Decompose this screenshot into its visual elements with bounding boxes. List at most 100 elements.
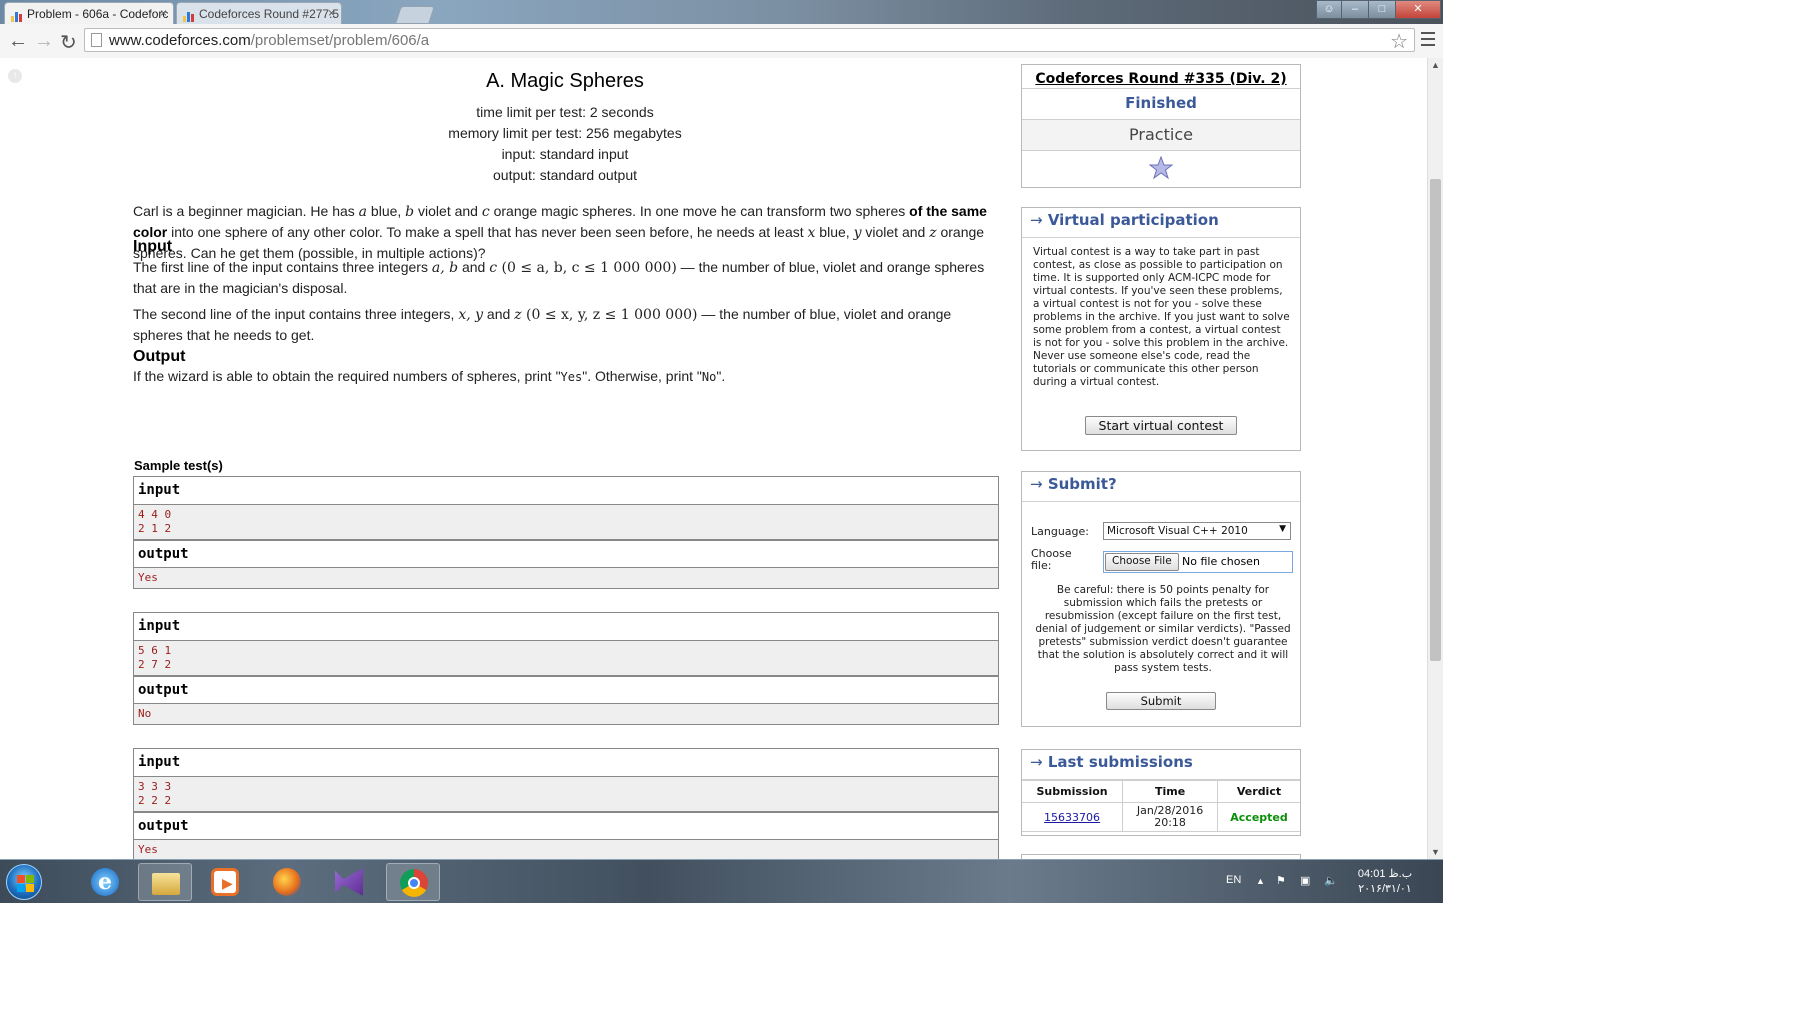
new-tab-button[interactable] xyxy=(395,6,435,24)
submit-box: → Submit? Language: Microsoft Visual C++… xyxy=(1021,471,1301,727)
problem-title: A. Magic Spheres xyxy=(486,70,644,92)
contest-name-row: Codeforces Round #335 (Div. 2) xyxy=(1022,65,1300,89)
show-hidden-icons[interactable]: ▲ xyxy=(1256,876,1265,886)
user-icon[interactable]: ☺ xyxy=(1316,0,1342,19)
column-header: Time xyxy=(1122,780,1219,803)
maximize-button[interactable]: □ xyxy=(1368,0,1396,19)
dropdown-arrow-icon: ▼ xyxy=(1279,524,1286,534)
time-limit: time limit per test: 2 seconds xyxy=(476,104,654,120)
screen: Problem - 606a - Codeforc × Codeforces R… xyxy=(0,0,1443,903)
last-submissions-table: Submission Time Verdict 15633706 Jan/28/… xyxy=(1022,780,1300,832)
back-arrow-icon[interactable]: ← xyxy=(8,30,28,53)
sample-input-label: input xyxy=(134,749,998,777)
window-controls: ☺ – □ ✕ xyxy=(1316,0,1441,19)
network-icon[interactable]: ▣ xyxy=(1300,874,1310,887)
virtual-participation-text: Virtual contest is a way to take part in… xyxy=(1033,246,1290,388)
file-input[interactable]: Choose File No file chosen xyxy=(1103,551,1293,573)
problem-legend: Carl is a beginner magician. He has a bl… xyxy=(133,203,987,261)
input-language[interactable]: EN xyxy=(1226,874,1241,886)
sample-output[interactable]: No xyxy=(134,704,998,724)
time-cell: Jan/28/2016 20:18 xyxy=(1122,802,1219,832)
system-clock[interactable]: 04:01 ب.ظ ٢٠١۶/٣١/٠١ xyxy=(1355,867,1415,897)
minimize-button[interactable]: – xyxy=(1341,0,1369,19)
column-header: Verdict xyxy=(1217,780,1300,803)
choose-file-button[interactable]: Choose File xyxy=(1105,553,1179,571)
file-status: No file chosen xyxy=(1182,555,1260,568)
submission-cell: 15633706 xyxy=(1022,802,1124,832)
file-explorer-icon[interactable] xyxy=(138,863,192,901)
input-spec-line2: The second line of the input contains th… xyxy=(133,306,952,343)
language-select[interactable]: Microsoft Visual C++ 2010 ▼ xyxy=(1103,522,1291,540)
sample-output-label: output xyxy=(134,812,998,840)
firefox-icon[interactable] xyxy=(260,863,314,901)
submission-link[interactable]: 15633706 xyxy=(1044,811,1100,824)
sample-output[interactable]: Yes xyxy=(134,840,998,859)
virtual-button-row: Start virtual contest xyxy=(1022,416,1300,435)
submit-button[interactable]: Submit xyxy=(1106,692,1216,710)
sample-test-2: input 5 6 1 2 7 2 output No xyxy=(133,612,999,725)
tab-round-277[interactable]: Codeforces Round #277.5 × xyxy=(176,2,342,24)
scroll-top-icon[interactable]: ↑ xyxy=(8,69,22,83)
contest-box: Codeforces Round #335 (Div. 2) Finished … xyxy=(1021,64,1301,188)
penalty-warning: Be careful: there is 50 points penalty f… xyxy=(1035,584,1291,674)
browser-toolbar: ← → ↻ www.codeforces.com/problemset/prob… xyxy=(0,24,1443,59)
table-header-row: Submission Time Verdict xyxy=(1022,780,1300,803)
reload-icon[interactable]: ↻ xyxy=(60,30,77,55)
page-icon xyxy=(91,33,102,47)
input-file: input: standard input xyxy=(501,146,629,162)
sample-input[interactable]: 5 6 1 2 7 2 xyxy=(134,641,998,676)
virtual-participation-box: → Virtual participation Virtual contest … xyxy=(1021,207,1301,451)
tab-close-icon[interactable]: × xyxy=(160,6,167,20)
visual-studio-icon[interactable] xyxy=(322,863,376,901)
clock-date: ٢٠١۶/٣١/٠١ xyxy=(1358,883,1412,895)
submission-time: 20:18 xyxy=(1154,816,1186,829)
volume-icon[interactable]: 🔈 xyxy=(1324,874,1338,887)
start-virtual-contest-button[interactable]: Start virtual contest xyxy=(1085,416,1237,435)
chrome-icon[interactable] xyxy=(386,863,440,901)
codeforces-favicon xyxy=(183,8,195,22)
sample-output[interactable]: Yes xyxy=(134,568,998,588)
output-spec: If the wizard is able to obtain the requ… xyxy=(133,368,726,384)
sample-tests-title: Sample test(s) xyxy=(134,458,223,473)
favourite-star-row xyxy=(1022,151,1300,189)
tab-title: Problem - 606a - Codeforc xyxy=(27,7,169,21)
browser-titlebar: Problem - 606a - Codeforc × Codeforces R… xyxy=(0,0,1443,24)
output-section-title: Output xyxy=(133,348,186,365)
tab-title: Codeforces Round #277.5 xyxy=(199,7,340,21)
verdict-cell: Accepted xyxy=(1217,802,1300,832)
action-center-flag-icon[interactable]: ⚑ xyxy=(1276,874,1286,887)
clock-time: 04:01 ب.ظ xyxy=(1357,868,1413,880)
page-scrollbar[interactable]: ▲ ▼ xyxy=(1427,58,1443,859)
internet-explorer-icon[interactable]: e xyxy=(78,863,132,901)
windows-taskbar: e ▶ EN ▲ ⚑ ▣ 🔈 04:01 ب.ظ ٢٠١۶/٣١/٠١ xyxy=(0,859,1443,903)
sample-input-label: input xyxy=(134,477,998,505)
contest-status: Finished xyxy=(1022,89,1300,120)
codeforces-favicon xyxy=(11,8,23,22)
page-content: ↑ A. Magic Spheres time limit per test: … xyxy=(0,58,1427,859)
sample-output-label: output xyxy=(134,676,998,704)
bookmark-star-icon[interactable]: ☆ xyxy=(1390,29,1408,54)
choose-file-label: Choose file: xyxy=(1031,547,1072,572)
table-row: 15633706 Jan/28/2016 20:18 Accepted xyxy=(1022,802,1300,832)
contest-mode: Practice xyxy=(1022,120,1300,151)
virtual-participation-caption: → Virtual participation xyxy=(1022,208,1300,238)
sample-input-label: input xyxy=(134,613,998,641)
scroll-down-arrow-icon[interactable]: ▼ xyxy=(1431,847,1440,857)
forward-arrow-icon[interactable]: → xyxy=(34,30,54,53)
language-label: Language: xyxy=(1031,525,1089,538)
chrome-menu-icon[interactable] xyxy=(1421,28,1435,50)
favourite-star-icon[interactable] xyxy=(1148,155,1174,180)
tab-problem[interactable]: Problem - 606a - Codeforc × xyxy=(4,2,174,24)
sample-output-label: output xyxy=(134,540,998,568)
media-player-icon[interactable]: ▶ xyxy=(198,863,252,901)
address-bar[interactable]: www.codeforces.com/problemset/problem/60… xyxy=(84,28,1415,54)
close-window-button[interactable]: ✕ xyxy=(1395,0,1441,19)
start-button-icon[interactable] xyxy=(6,864,42,900)
tab-close-icon[interactable]: × xyxy=(328,6,335,20)
sample-input[interactable]: 3 3 3 2 2 2 xyxy=(134,777,998,812)
sample-input[interactable]: 4 4 0 2 1 2 xyxy=(134,505,998,540)
input-section-title: Input xyxy=(133,238,173,255)
scroll-up-arrow-icon[interactable]: ▲ xyxy=(1431,60,1440,70)
contest-name-link[interactable]: Codeforces Round #335 (Div. 2) xyxy=(1035,71,1286,87)
scrollbar-thumb[interactable] xyxy=(1430,179,1441,661)
